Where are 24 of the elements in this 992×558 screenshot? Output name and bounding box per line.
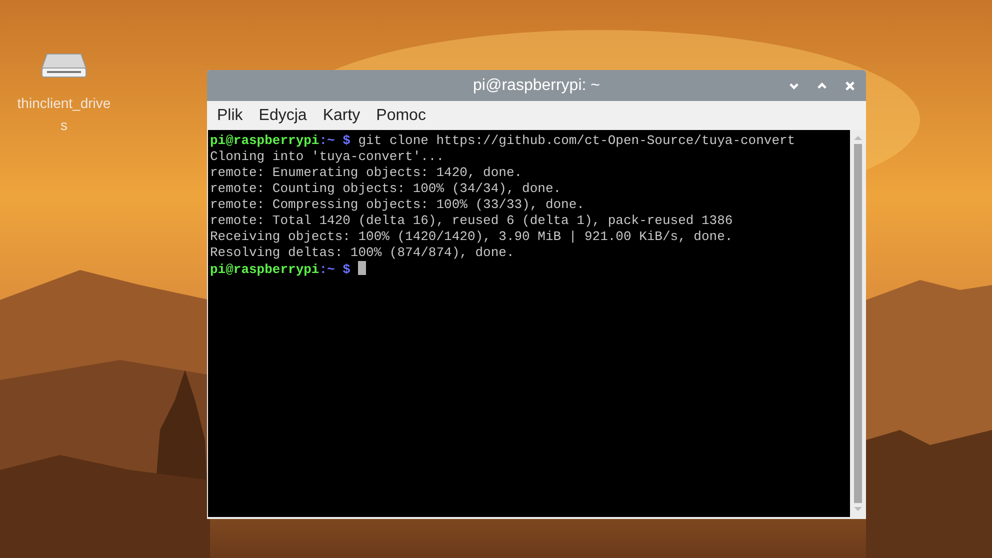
command-text: git clone https://github.com/ct-Open-Source/tuya-convert	[358, 133, 796, 148]
prompt-symbol: $	[342, 133, 350, 148]
scrollbar-thumb[interactable]	[854, 144, 862, 503]
prompt-user: pi@raspberrypi	[210, 133, 320, 148]
scroll-up-icon[interactable]	[853, 135, 863, 141]
drive-icon[interactable]	[41, 52, 87, 78]
output-line: remote: Enumerating objects: 1420, done.	[210, 165, 522, 180]
output-line: Resolving deltas: 100% (874/874), done.	[210, 245, 514, 260]
output-line: remote: Compressing objects: 100% (33/33), done.	[210, 197, 584, 212]
prompt-path: :~	[319, 262, 335, 277]
output-line: remote: Total 1420 (delta 16), reused 6 (delta 1), pack-reused 1386	[210, 213, 733, 228]
menu-item[interactable]: Karty	[314, 106, 368, 124]
menu-item[interactable]: Plik	[209, 106, 251, 124]
output-line: remote: Counting objects: 100% (34/34), done.	[210, 181, 562, 196]
output-line: Cloning into 'tuya-convert'...	[210, 149, 444, 164]
output-line: Receiving objects: 100% (1420/1420), 3.90 MiB | 921.00 KiB/s, done.	[210, 229, 733, 244]
prompt-symbol: $	[342, 262, 350, 277]
menu-item[interactable]: Pomoc	[368, 106, 434, 124]
prompt-path: :~	[319, 133, 335, 148]
scroll-down-icon[interactable]	[853, 506, 863, 512]
window-title: pi@raspberrypi: ~	[473, 76, 600, 94]
prompt-user: pi@raspberrypi	[210, 262, 320, 277]
close-icon[interactable]	[844, 80, 856, 92]
menu-item[interactable]: Edycja	[250, 106, 315, 124]
